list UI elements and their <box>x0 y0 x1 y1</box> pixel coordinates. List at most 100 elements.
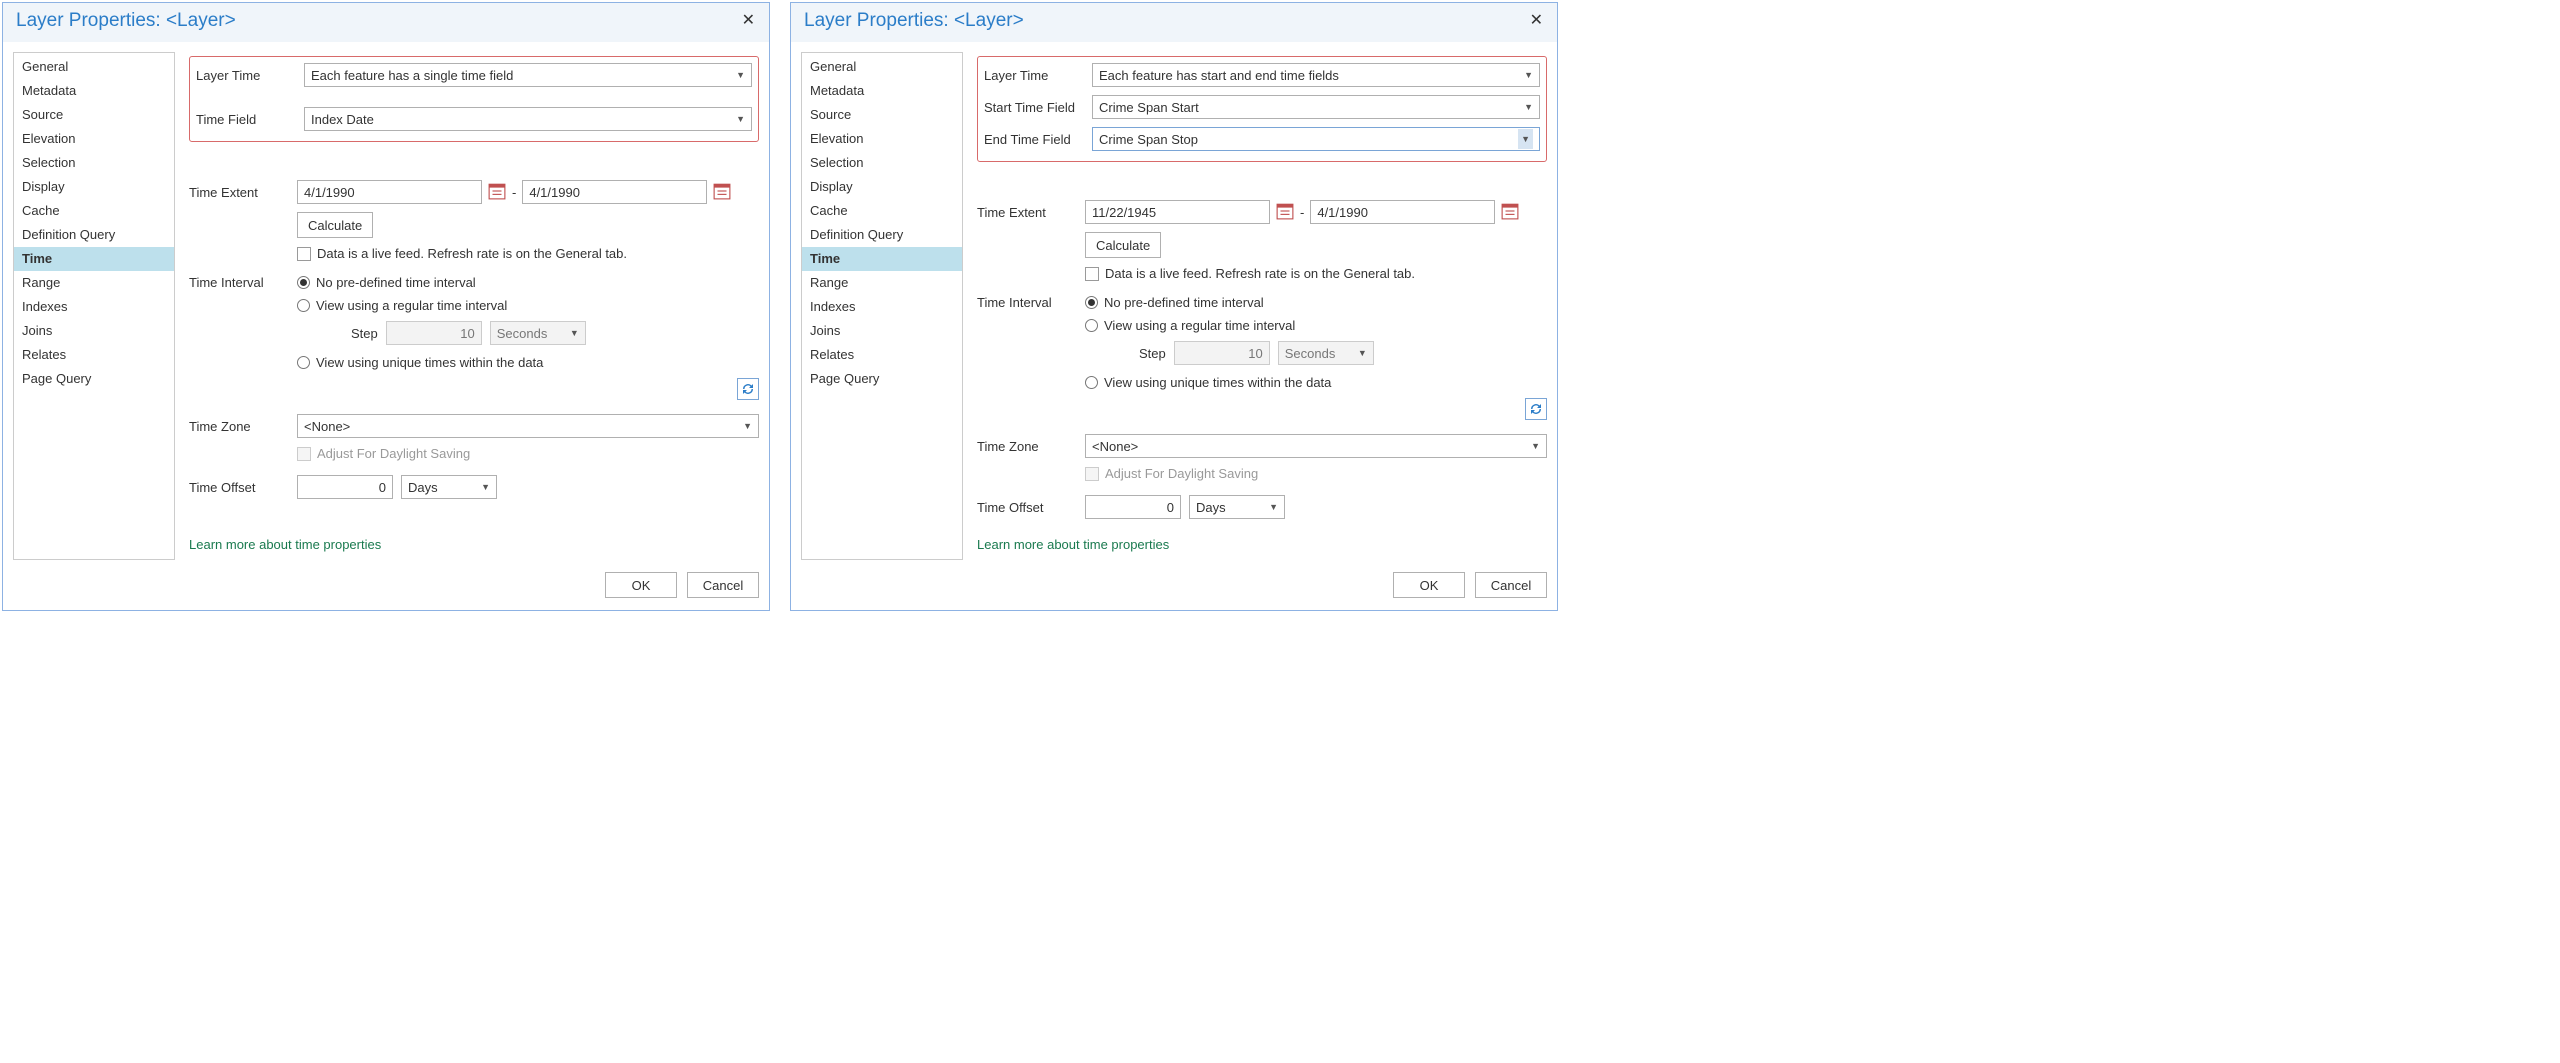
sidebar-item-display[interactable]: Display <box>802 175 962 199</box>
layer-time-combo[interactable]: Each feature has a single time field ▼ <box>304 63 752 87</box>
time-interval-label: Time Interval <box>189 275 297 290</box>
extent-end-input[interactable]: 4/1/1990 <box>1310 200 1495 224</box>
live-feed-checkbox[interactable] <box>297 247 311 261</box>
time-offset-section: Time Offset 0 Days▼ <box>977 495 1547 519</box>
sidebar-item-cache[interactable]: Cache <box>14 199 174 223</box>
layer-time-value: Each feature has start and end time fiel… <box>1099 68 1339 83</box>
unique-times-radio[interactable] <box>1085 376 1098 389</box>
sidebar-item-general[interactable]: General <box>14 55 174 79</box>
step-value: 10 <box>1248 346 1262 361</box>
sidebar-item-definition-query[interactable]: Definition Query <box>802 223 962 247</box>
step-input[interactable]: 10 <box>386 321 482 345</box>
step-unit-combo[interactable]: Seconds▼ <box>1278 341 1374 365</box>
sidebar-item-range[interactable]: Range <box>802 271 962 295</box>
learn-more-link[interactable]: Learn more about time properties <box>185 533 759 560</box>
close-icon[interactable]: ✕ <box>738 10 759 30</box>
sidebar-item-indexes[interactable]: Indexes <box>802 295 962 319</box>
no-predef-radio[interactable] <box>297 276 310 289</box>
offset-value: 0 <box>379 480 386 495</box>
sidebar-item-metadata[interactable]: Metadata <box>14 79 174 103</box>
time-zone-combo[interactable]: <None>▼ <box>297 414 759 438</box>
time-interval-section: Time Interval No pre-defined time interv… <box>977 295 1547 420</box>
cancel-button[interactable]: Cancel <box>687 572 759 598</box>
sidebar-item-selection[interactable]: Selection <box>14 151 174 175</box>
learn-more-link[interactable]: Learn more about time properties <box>973 533 1547 560</box>
start-time-field-label: Start Time Field <box>984 100 1092 115</box>
unique-times-radio[interactable] <box>297 356 310 369</box>
content-panel: Layer Time Each feature has start and en… <box>973 52 1547 560</box>
regular-label: View using a regular time interval <box>1104 318 1295 333</box>
sidebar-item-relates[interactable]: Relates <box>802 343 962 367</box>
step-unit-value: Seconds <box>497 326 548 341</box>
calendar-icon[interactable] <box>713 182 731 202</box>
no-predef-radio[interactable] <box>1085 296 1098 309</box>
sidebar-item-relates[interactable]: Relates <box>14 343 174 367</box>
sidebar-item-elevation[interactable]: Elevation <box>14 127 174 151</box>
highlight-box: Layer Time Each feature has a single tim… <box>189 56 759 142</box>
dialog-title: Layer Properties: <Layer> <box>804 10 1024 32</box>
time-zone-label: Time Zone <box>977 439 1085 454</box>
start-time-field-combo[interactable]: Crime Span Start ▼ <box>1092 95 1540 119</box>
dst-label: Adjust For Daylight Saving <box>1105 466 1258 481</box>
sidebar-item-metadata[interactable]: Metadata <box>802 79 962 103</box>
time-offset-label: Time Offset <box>189 480 297 495</box>
unique-label: View using unique times within the data <box>316 355 543 370</box>
sidebar-item-selection[interactable]: Selection <box>802 151 962 175</box>
live-feed-checkbox[interactable] <box>1085 267 1099 281</box>
calendar-icon[interactable] <box>1276 202 1294 222</box>
step-input[interactable]: 10 <box>1174 341 1270 365</box>
refresh-icon[interactable] <box>737 378 759 400</box>
unique-label: View using unique times within the data <box>1104 375 1331 390</box>
dialog-right: Layer Properties: <Layer> ✕ General Meta… <box>790 2 1558 611</box>
time-field-label: Time Field <box>196 112 304 127</box>
offset-input[interactable]: 0 <box>1085 495 1181 519</box>
calculate-button[interactable]: Calculate <box>297 212 373 238</box>
sidebar-item-source[interactable]: Source <box>802 103 962 127</box>
ok-button[interactable]: OK <box>605 572 677 598</box>
dst-label: Adjust For Daylight Saving <box>317 446 470 461</box>
step-unit-combo[interactable]: Seconds ▼ <box>490 321 586 345</box>
time-zone-combo[interactable]: <None>▼ <box>1085 434 1547 458</box>
time-field-combo[interactable]: Index Date ▼ <box>304 107 752 131</box>
chevron-down-icon: ▼ <box>481 482 490 492</box>
offset-unit-combo[interactable]: Days▼ <box>401 475 497 499</box>
regular-interval-radio[interactable] <box>1085 319 1098 332</box>
sidebar-item-general[interactable]: General <box>802 55 962 79</box>
sidebar-item-cache[interactable]: Cache <box>802 199 962 223</box>
sidebar-item-indexes[interactable]: Indexes <box>14 295 174 319</box>
extent-start-input[interactable]: 4/1/1990 <box>297 180 482 204</box>
time-zone-label: Time Zone <box>189 419 297 434</box>
sidebar-item-elevation[interactable]: Elevation <box>802 127 962 151</box>
titlebar: Layer Properties: <Layer> ✕ <box>791 3 1557 42</box>
calendar-icon[interactable] <box>1501 202 1519 222</box>
sidebar-item-display[interactable]: Display <box>14 175 174 199</box>
layer-time-combo[interactable]: Each feature has start and end time fiel… <box>1092 63 1540 87</box>
end-time-field-combo[interactable]: Crime Span Stop ▼ <box>1092 127 1540 151</box>
regular-interval-radio[interactable] <box>297 299 310 312</box>
sidebar-item-joins[interactable]: Joins <box>14 319 174 343</box>
sidebar-item-source[interactable]: Source <box>14 103 174 127</box>
sidebar-item-range[interactable]: Range <box>14 271 174 295</box>
calculate-button[interactable]: Calculate <box>1085 232 1161 258</box>
close-icon[interactable]: ✕ <box>1526 10 1547 30</box>
sidebar-item-time[interactable]: Time <box>802 247 962 271</box>
refresh-icon[interactable] <box>1525 398 1547 420</box>
chevron-down-icon: ▼ <box>570 328 579 338</box>
sidebar-item-time[interactable]: Time <box>14 247 174 271</box>
calendar-icon[interactable] <box>488 182 506 202</box>
cancel-button[interactable]: Cancel <box>1475 572 1547 598</box>
sidebar-item-page-query[interactable]: Page Query <box>802 367 962 391</box>
sidebar-item-page-query[interactable]: Page Query <box>14 367 174 391</box>
ok-button[interactable]: OK <box>1393 572 1465 598</box>
extent-start-input[interactable]: 11/22/1945 <box>1085 200 1270 224</box>
extent-start-value: 11/22/1945 <box>1092 205 1156 220</box>
time-field-value: Index Date <box>311 112 374 127</box>
sidebar-item-definition-query[interactable]: Definition Query <box>14 223 174 247</box>
extent-end-input[interactable]: 4/1/1990 <box>522 180 707 204</box>
offset-input[interactable]: 0 <box>297 475 393 499</box>
dialog-footer: OK Cancel <box>3 564 769 610</box>
offset-unit-combo[interactable]: Days▼ <box>1189 495 1285 519</box>
end-time-field-label: End Time Field <box>984 132 1092 147</box>
sidebar-item-joins[interactable]: Joins <box>802 319 962 343</box>
offset-value: 0 <box>1167 500 1174 515</box>
